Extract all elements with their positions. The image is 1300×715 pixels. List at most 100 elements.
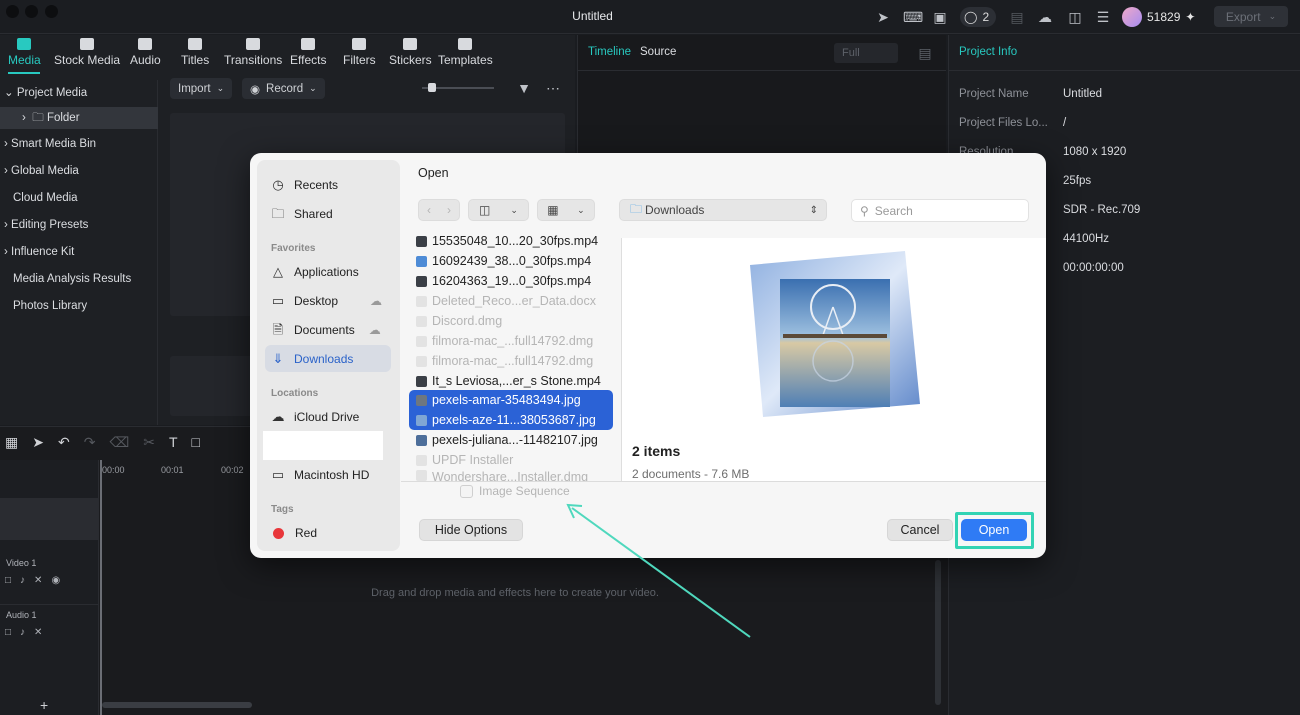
send-icon[interactable]: ➤ [874,8,892,26]
more-icon[interactable]: ⋯ [544,79,562,97]
speaker-icon[interactable]: ♪ [20,575,25,586]
delete-icon[interactable]: ⌫ [109,434,129,451]
scissors-icon[interactable]: ✂ [143,434,155,451]
file-row[interactable]: 16092439_38...0_30fps.mp4 [416,251,591,271]
cloud-icon[interactable]: ☁ [1036,8,1054,26]
hard-drive-icon: ▭ [271,467,285,482]
select-icon[interactable]: ➤ [32,434,44,451]
tree-item-photos-library[interactable]: Photos Library [0,295,158,317]
keyboard-icon[interactable]: ⌨ [903,8,923,26]
account-credits[interactable]: 51829 ✦ [1122,6,1195,28]
back-icon[interactable]: ‹ [427,203,431,217]
tree-item-editing-presets[interactable]: › Editing Presets [0,214,158,236]
filter-icon[interactable]: ▼ [515,79,533,97]
sidebar-item-downloads[interactable]: ⇓ Downloads [270,348,354,370]
tab-timeline[interactable]: Timeline [588,46,631,58]
image-sequence-checkbox[interactable] [460,484,473,498]
dialog-separator [401,481,1046,482]
collab-button[interactable]: ◯ 2 [960,7,996,27]
tree-item-folder[interactable]: › 🗀 Folder [0,107,158,129]
tab-stock-media[interactable]: Stock Media [54,38,120,70]
file-row[interactable]: It_s Leviosa,...er_s Stone.mp4 [416,371,601,391]
mute-icon[interactable]: ✕ [34,575,42,586]
cancel-button[interactable]: Cancel [887,519,953,541]
save-icon[interactable]: ▤ [1008,8,1026,26]
sidebar-item-macintosh[interactable]: ▭ Macintosh HD [270,464,370,486]
import-button[interactable]: Import ⌄ [170,78,233,99]
tab-titles[interactable]: Titles [181,38,209,70]
snapshot-icon[interactable]: ▤ [916,44,934,62]
group-select[interactable]: ▦ ⌄ [537,199,595,221]
effects-icon [301,38,316,50]
file-row[interactable]: pexels-juliana...-11482107.jpg [416,430,598,450]
view-mode-select[interactable]: ◫ ⌄ [468,199,529,221]
playhead[interactable] [100,460,102,715]
lock-icon[interactable]: □ [5,575,11,586]
headset-icon[interactable]: ◫ [1066,8,1084,26]
text-icon[interactable]: T [169,434,178,451]
tab-effects[interactable]: Effects [290,38,326,70]
file-row-selected[interactable]: pexels-aze-11...38053687.jpg [416,410,596,430]
tab-audio[interactable]: Audio [130,38,161,70]
record-button[interactable]: ◉ Record ⌄ [242,78,325,99]
clock-icon: ◷ [272,177,284,192]
selection-count: 2 items [632,443,681,459]
tab-transitions[interactable]: Transitions [224,38,282,70]
crop-icon[interactable]: □ [192,434,200,451]
sidebar-item-applications[interactable]: △ Applications [270,261,359,283]
grid-icon[interactable]: ▦ [5,434,18,451]
timeline-scrollbar[interactable] [102,702,252,708]
image-file-icon [416,414,427,426]
file-row-selected[interactable]: pexels-amar-35483494.jpg [416,390,581,410]
video-file-icon [416,255,427,267]
eye-icon[interactable]: ◉ [51,575,60,586]
sidebar-item-recents[interactable]: ◷ Recents [270,174,338,196]
ruler-label: 00:00 [102,465,125,475]
lock-icon[interactable]: □ [5,627,11,638]
sidebar-item-icloud[interactable]: ☁ iCloud Drive [270,406,360,428]
file-row: filmora-mac_...full14792.dmg [416,351,593,371]
location-select[interactable]: 🗀 Downloads ⇕ [619,199,827,221]
mute-icon[interactable]: ✕ [34,627,42,638]
redo-icon[interactable]: ↷ [84,434,96,451]
sidebar-item-desktop[interactable]: ▭ Desktop ☁ [270,290,382,312]
sidebar-item-tag-red[interactable]: Red [270,522,317,544]
tree-item-influence-kit[interactable]: › Influence Kit [0,241,158,263]
quality-select[interactable]: Full [834,43,898,63]
hide-options-button[interactable]: Hide Options [419,519,523,541]
tab-stickers[interactable]: Stickers [389,38,432,70]
chevron-down-icon: ⌄ [577,204,585,215]
chevron-down-icon: ⌄ [1268,11,1277,21]
speaker-icon[interactable]: ♪ [20,627,25,638]
avatar[interactable] [1122,7,1142,27]
tree-item-global-media[interactable]: › Global Media [0,160,158,182]
tab-filters[interactable]: Filters [343,38,376,70]
export-button[interactable]: Export ⌄ [1214,6,1288,27]
sidebar-item-documents[interactable]: 🗎 Documents ☁ [270,319,381,341]
forward-icon[interactable]: › [447,203,451,217]
tree-item-media-analysis[interactable]: Media Analysis Results [0,268,158,290]
shared-folder-icon: 🗀 [271,206,285,221]
chevron-down-icon: ⌄ [216,83,225,93]
file-row[interactable]: 16204363_19...0_30fps.mp4 [416,271,591,291]
sidebar-item-shared[interactable]: 🗀 Shared [270,203,332,225]
tab-media[interactable]: Media [8,38,41,70]
menu-icon[interactable]: ☰ [1094,8,1112,26]
tree-item-smart-media-bin[interactable]: › Smart Media Bin [0,133,158,155]
disk-image-icon [416,470,427,481]
folder-icon: 🗀 [32,112,44,124]
undo-icon[interactable]: ↶ [58,434,70,451]
layout-icon[interactable]: ▣ [931,8,949,26]
open-button[interactable]: Open [961,519,1027,541]
download-icon: ⇓ [272,351,284,366]
timeline-vertical-scrollbar[interactable] [935,560,941,705]
tab-source[interactable]: Source [640,46,676,58]
tree-item-project-media[interactable]: ⌄ Project Media [0,82,158,104]
file-row[interactable]: 15535048_10...20_30fps.mp4 [416,231,598,251]
search-input[interactable]: ⚲ Search [851,199,1029,222]
tab-templates[interactable]: Templates [438,38,493,70]
add-track-icon[interactable]: + [40,697,48,713]
tree-item-cloud-media[interactable]: Cloud Media [0,187,158,209]
search-icon: ⚲ [860,203,869,218]
slider-handle[interactable] [428,83,436,92]
